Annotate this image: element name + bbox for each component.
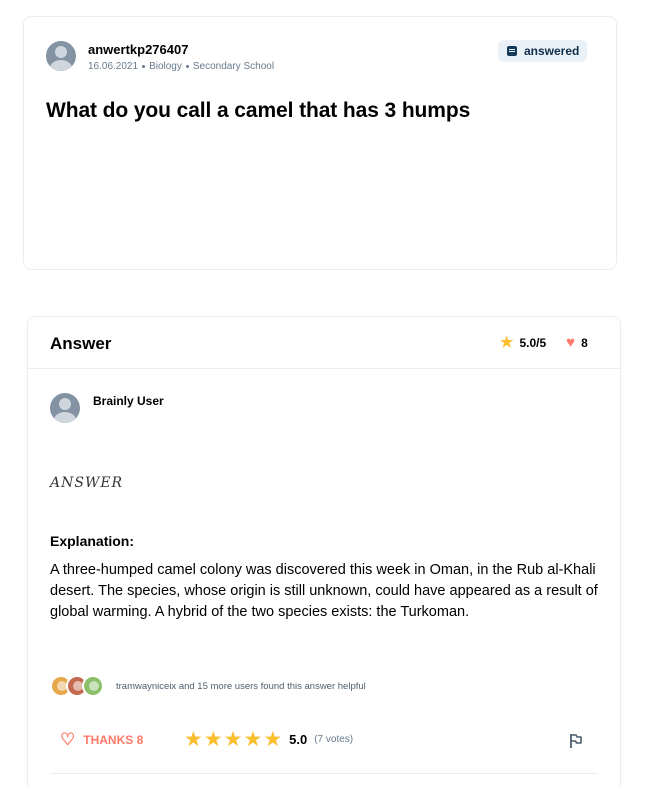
status-badge-label: answered bbox=[524, 44, 580, 58]
answer-heading: Answer bbox=[50, 334, 112, 353]
star-icon-3[interactable]: ★ bbox=[224, 729, 243, 750]
heart-icon: ♥ bbox=[566, 334, 576, 351]
heart-outline-icon: ♡ bbox=[60, 730, 76, 749]
explanation-text: A three-humped camel colony was discover… bbox=[50, 562, 598, 620]
separator-dot-icon bbox=[142, 65, 146, 68]
thanks-button[interactable]: ♡ THANKS 8 bbox=[60, 731, 143, 748]
answerer-username[interactable]: Brainly User bbox=[93, 394, 164, 408]
star-icon: ★ bbox=[500, 334, 514, 351]
star-icon-5[interactable]: ★ bbox=[263, 729, 282, 750]
star-icon-2[interactable]: ★ bbox=[204, 729, 223, 750]
question-date: 16.06.2021 bbox=[88, 61, 139, 72]
answer-actions: ♡ THANKS 8 ★ ★ ★ ★ ★ 5.0 (7 votes) bbox=[28, 729, 620, 765]
star-icon-4[interactable]: ★ bbox=[243, 729, 262, 750]
question-level: Secondary School bbox=[192, 61, 275, 72]
thanks-label: THANKS 8 bbox=[83, 732, 144, 747]
rating-value: 5.0/5 bbox=[519, 335, 547, 350]
answerer-avatar[interactable] bbox=[50, 393, 80, 423]
helpful-users[interactable]: tramwayniceix and 15 more users found th… bbox=[50, 675, 366, 697]
rate-stars: ★ ★ ★ ★ ★ 5.0 (7 votes) bbox=[184, 729, 353, 750]
star-icon-1[interactable]: ★ bbox=[184, 729, 203, 750]
question-title: What do you call a camel that has 3 hump… bbox=[46, 99, 471, 122]
asker-avatar[interactable] bbox=[46, 41, 76, 71]
answer-card: Answer ★ 5.0/5 ♥ 8 Brainly User ANSWER E… bbox=[27, 316, 621, 786]
question-card: anwertkp276407 16.06.2021 Biology Second… bbox=[23, 16, 617, 270]
answer-word: ANSWER bbox=[50, 475, 124, 491]
answered-icon bbox=[507, 46, 517, 56]
asker-username[interactable]: anwertkp276407 bbox=[88, 42, 188, 57]
answer-rating: ★ 5.0/5 ♥ 8 bbox=[500, 335, 588, 350]
question-subject[interactable]: Biology bbox=[149, 61, 182, 72]
score-value: 5.0 bbox=[289, 732, 308, 747]
divider bbox=[50, 773, 598, 774]
explanation-label: Explanation: bbox=[50, 533, 135, 549]
helpful-text: tramwayniceix and 15 more users found th… bbox=[116, 680, 366, 692]
helper-avatar bbox=[82, 675, 104, 697]
votes-count: (7 votes) bbox=[314, 734, 354, 745]
separator-dot-icon bbox=[185, 65, 189, 68]
question-meta: 16.06.2021 Biology Secondary School bbox=[88, 61, 274, 72]
status-badge: answered bbox=[498, 40, 588, 62]
flag-icon[interactable] bbox=[568, 733, 584, 749]
answer-header: Answer ★ 5.0/5 ♥ 8 bbox=[28, 317, 620, 369]
hearts-count: 8 bbox=[581, 335, 588, 350]
